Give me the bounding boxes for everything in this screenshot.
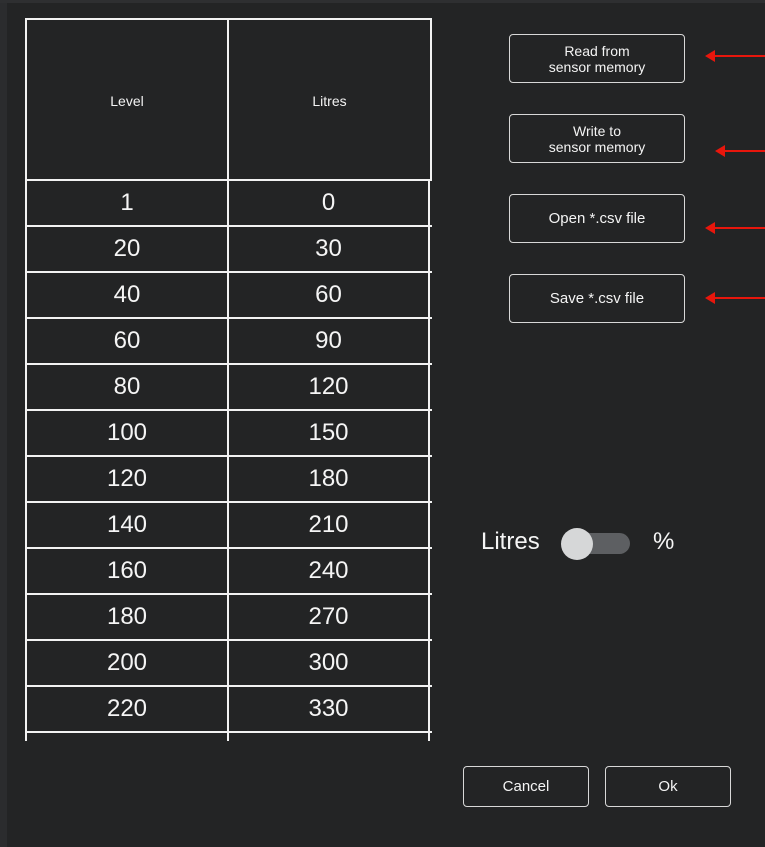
level-cell[interactable]: 80: [25, 365, 227, 409]
toggle-knob[interactable]: [561, 528, 593, 560]
level-cell[interactable]: 120: [25, 457, 227, 501]
open-button-label: Open *.csv file: [548, 209, 646, 227]
arrow-left-icon: [705, 50, 765, 62]
write-button-label: Write to sensor memory: [548, 122, 646, 155]
table-row[interactable]: 60 90: [25, 317, 432, 363]
level-cell[interactable]: 40: [25, 273, 227, 317]
litres-cell-empty: [227, 733, 430, 741]
table-row[interactable]: 10: [25, 179, 432, 225]
cancel-button[interactable]: Cancel: [463, 766, 589, 807]
litres-cell[interactable]: 60: [227, 273, 430, 317]
table-row[interactable]: 20 30: [25, 225, 432, 271]
level-cell[interactable]: 20: [25, 227, 227, 271]
unit-toggle-switch[interactable]: [561, 528, 633, 560]
table-row[interactable]: 200 300: [25, 639, 432, 685]
left-edge: [0, 0, 7, 847]
save-csv-file-button[interactable]: Save *.csv file: [509, 274, 685, 323]
column-header-level[interactable]: Level: [27, 20, 229, 181]
cancel-button-label: Cancel: [502, 777, 550, 795]
save-button-label: Save *.csv file: [549, 289, 645, 307]
litres-cell[interactable]: 30: [227, 227, 430, 271]
table-row[interactable]: 80 120: [25, 363, 432, 409]
level-cell[interactable]: 100: [25, 411, 227, 455]
litres-cell[interactable]: 270: [227, 595, 430, 639]
litres-cell[interactable]: 210: [227, 503, 430, 547]
read-button-label: Read from sensor memory: [548, 42, 646, 75]
arrow-left-icon: [705, 222, 765, 234]
litres-cell[interactable]: 180: [227, 457, 430, 501]
ok-button[interactable]: Ok: [605, 766, 731, 807]
table-row[interactable]: 180 270: [25, 593, 432, 639]
level-cell[interactable]: 140: [25, 503, 227, 547]
table-header: Level Litres: [25, 18, 432, 181]
table-row-partial: [25, 731, 432, 741]
column-header-litres[interactable]: Litres: [229, 20, 432, 181]
write-to-sensor-memory-button[interactable]: Write to sensor memory: [509, 114, 685, 163]
level-cell-empty: [25, 733, 227, 741]
level-cell[interactable]: 200: [25, 641, 227, 685]
ok-button-label: Ok: [658, 777, 678, 795]
dialog: Level Litres 10 20 30 40 60 60 90 80 120 100…: [0, 0, 765, 847]
level-cell[interactable]: 220: [25, 687, 227, 731]
arrow-left-icon: [705, 292, 765, 304]
arrow-left-icon: [715, 145, 765, 157]
top-edge: [0, 0, 765, 3]
calibration-table[interactable]: Level Litres 10 20 30 40 60 60 90 80 120 100…: [25, 18, 432, 741]
unit-toggle: Litres %: [481, 520, 711, 566]
level-cell[interactable]: 160: [25, 549, 227, 593]
litres-cell[interactable]: 90: [227, 319, 430, 363]
table-row[interactable]: 160 240: [25, 547, 432, 593]
litres-cell[interactable]: 240: [227, 549, 430, 593]
litres-cell[interactable]: 120: [227, 365, 430, 409]
table-row[interactable]: 140 210: [25, 501, 432, 547]
level-cell[interactable]: 180: [25, 595, 227, 639]
litres-label: Litres: [481, 528, 540, 555]
open-csv-file-button[interactable]: Open *.csv file: [509, 194, 685, 243]
table-row[interactable]: 120 180: [25, 455, 432, 501]
litres-cell[interactable]: 330: [227, 687, 430, 731]
table-row[interactable]: 220 330: [25, 685, 432, 731]
read-from-sensor-memory-button[interactable]: Read from sensor memory: [509, 34, 685, 83]
litres-cell[interactable]: 0: [227, 181, 430, 225]
level-cell[interactable]: 60: [25, 319, 227, 363]
table-row[interactable]: 100 150: [25, 409, 432, 455]
level-cell[interactable]: 1: [25, 181, 227, 225]
percent-label: %: [653, 528, 675, 555]
table-row[interactable]: 40 60: [25, 271, 432, 317]
table-body: 10 20 30 40 60 60 90 80 120 100 150 120 180 14…: [25, 179, 432, 741]
litres-cell[interactable]: 300: [227, 641, 430, 685]
litres-cell[interactable]: 150: [227, 411, 430, 455]
